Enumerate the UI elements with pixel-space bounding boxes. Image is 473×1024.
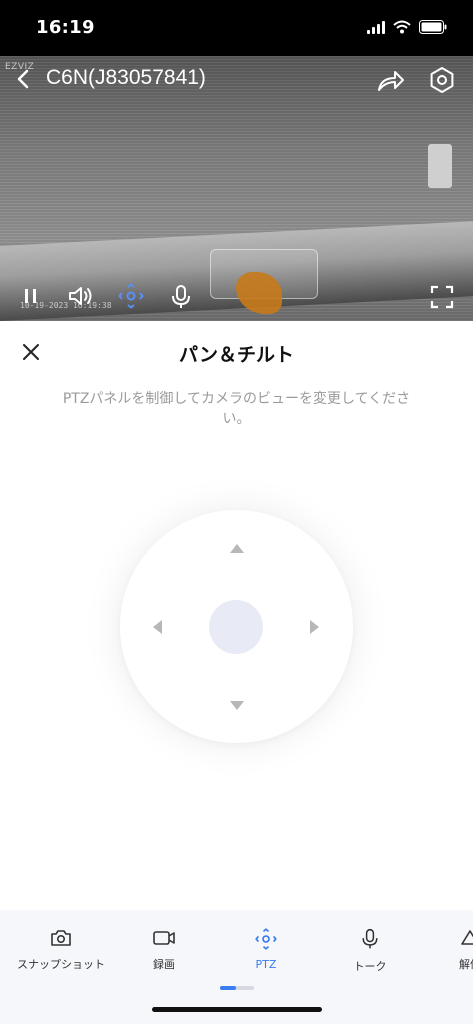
ptz-icon — [255, 928, 277, 950]
status-bar: 16:19 — [0, 0, 473, 56]
share-icon[interactable] — [376, 66, 406, 94]
toolbar-item-label: PTZ — [255, 958, 277, 971]
pan-right-arrow-icon[interactable] — [310, 620, 319, 634]
toolbar-item-label: スナップショット — [17, 958, 105, 971]
back-icon[interactable] — [12, 66, 36, 92]
pan-down-arrow-icon[interactable] — [230, 701, 244, 710]
ptz-joystick[interactable] — [120, 510, 353, 743]
page-indicator-active — [220, 986, 236, 990]
ptz-icon[interactable] — [117, 283, 145, 309]
pan-up-arrow-icon[interactable] — [230, 544, 244, 553]
settings-icon[interactable] — [428, 66, 456, 94]
pan-left-arrow-icon[interactable] — [153, 620, 162, 634]
toolbar-item-label: 解像 — [459, 958, 473, 971]
panel-title: パン＆チルト — [179, 344, 294, 366]
camera-icon — [51, 930, 71, 946]
resolution-icon — [461, 930, 473, 945]
toolbar-item-label: トーク — [353, 960, 387, 973]
toolbar-item-ptz[interactable]: PTZ — [236, 928, 296, 971]
live-video-view[interactable]: EZVIZ C6N(J83057841) 10-19-2023 16:19:38 — [0, 56, 473, 321]
bottom-toolbar: スナップショット 録画 PTZ トーク 解像 — [0, 910, 473, 1024]
video-record-icon — [153, 931, 175, 945]
toolbar-item-snapshot[interactable]: スナップショット — [14, 928, 108, 972]
cellular-signal-icon — [367, 20, 385, 34]
toolbar-item-label: 録画 — [153, 958, 175, 971]
microphone-icon[interactable] — [170, 284, 192, 310]
toolbar-item-resolution[interactable]: 解像 — [450, 928, 473, 972]
battery-icon — [419, 20, 447, 34]
video-outlet-object — [428, 144, 452, 188]
joystick-handle[interactable] — [209, 600, 263, 654]
toolbar-item-talk[interactable]: トーク — [340, 928, 400, 974]
status-time: 16:19 — [36, 17, 95, 38]
panel-description: PTZパネルを制御してカメラのビューを変更してください。 — [62, 391, 411, 427]
toolbar-item-record[interactable]: 録画 — [134, 928, 194, 972]
home-indicator[interactable] — [152, 1007, 322, 1012]
pause-icon[interactable] — [19, 284, 43, 308]
page-indicator — [220, 986, 254, 990]
wifi-icon — [393, 20, 411, 34]
volume-icon[interactable] — [67, 284, 95, 308]
status-icons — [367, 20, 447, 34]
fullscreen-icon[interactable] — [429, 284, 455, 310]
microphone-icon — [362, 928, 378, 949]
camera-title: C6N(J83057841) — [46, 66, 206, 89]
